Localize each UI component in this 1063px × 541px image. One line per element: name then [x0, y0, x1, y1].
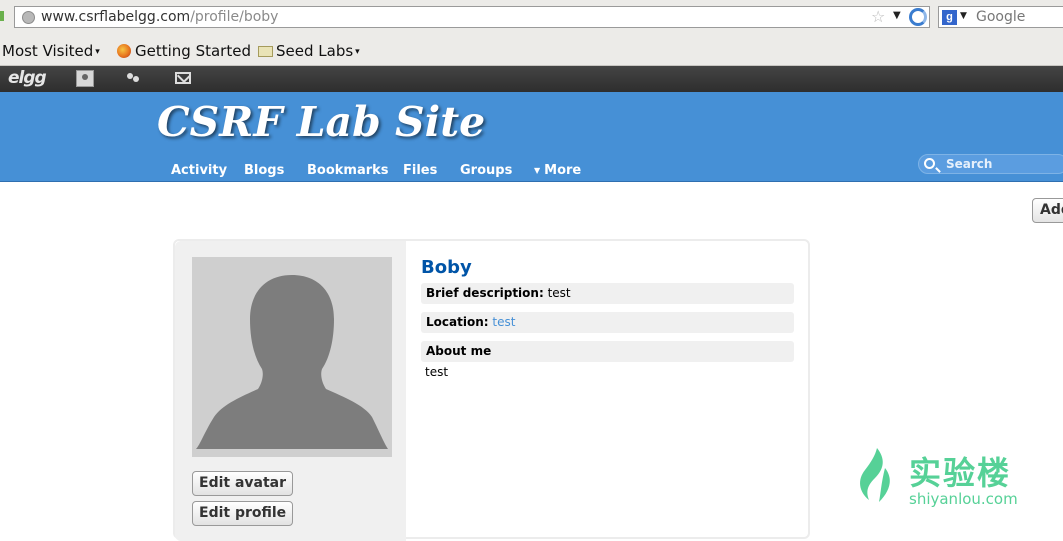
search-engine-icon[interactable]: g	[942, 10, 957, 25]
url-history-dropdown-icon[interactable]: ▼	[893, 10, 901, 21]
location-row: Location: test	[421, 312, 794, 333]
site-title[interactable]: CSRF Lab Site	[157, 98, 485, 146]
bookmark-most-visited[interactable]: Most Visited ▾	[2, 42, 100, 60]
about-me-heading: About me	[421, 341, 794, 362]
globe-icon	[22, 11, 35, 24]
location-link[interactable]: test	[492, 315, 515, 329]
bookmarks-toolbar: Most Visited ▾ Getting Started Seed Labs ▾	[0, 34, 1063, 66]
bookmark-label: Most Visited	[2, 42, 94, 60]
shiyanlou-logo-icon	[860, 448, 890, 502]
friends-icon[interactable]	[125, 70, 143, 87]
field-label: Location:	[426, 315, 489, 329]
profile-sidebar: Edit avatar Edit profile	[175, 241, 406, 541]
reload-icon[interactable]	[909, 8, 927, 26]
bookmark-star-icon[interactable]: ☆	[871, 7, 885, 26]
default-avatar-silhouette-icon	[196, 275, 388, 449]
nav-groups[interactable]: Groups	[460, 163, 512, 178]
profile-name[interactable]: Boby	[421, 257, 472, 278]
browser-search-placeholder: Google	[976, 9, 1026, 25]
browser-toolbar: www.csrflabelgg.com/profile/boby ☆ ▼ g ▼…	[0, 0, 1063, 34]
elgg-logo[interactable]: elgg	[8, 68, 47, 88]
bookmark-label: Getting Started	[135, 42, 251, 60]
site-search-input[interactable]: Search	[918, 154, 1063, 174]
brief-description-row: Brief description: test	[421, 283, 794, 304]
nav-files[interactable]: Files	[403, 163, 437, 178]
field-label: About me	[426, 344, 492, 358]
avatar[interactable]	[192, 257, 392, 457]
field-label: Brief description:	[426, 286, 544, 300]
url-host: www.csrflabelgg.com	[41, 9, 191, 25]
firefox-icon	[117, 44, 131, 58]
search-engine-dropdown-icon[interactable]: ▼	[960, 11, 967, 21]
nav-more[interactable]: ▼ More	[534, 163, 581, 178]
bookmark-label: Seed Labs	[276, 42, 354, 60]
elgg-topbar: elgg	[0, 66, 1063, 92]
watermark-cn: 实验楼	[909, 454, 1012, 492]
browser-search-field[interactable]: g ▼ Google	[938, 6, 1063, 28]
bookmark-seed-labs[interactable]: Seed Labs ▾	[258, 42, 360, 60]
field-value: test	[547, 286, 571, 300]
site-header: CSRF Lab Site Activity Blogs Bookmarks F…	[0, 92, 1063, 182]
nav-activity[interactable]: Activity	[171, 163, 227, 178]
nav-blogs[interactable]: Blogs	[244, 163, 284, 178]
edit-avatar-button[interactable]: Edit avatar	[192, 471, 294, 496]
chevron-down-icon: ▼	[534, 166, 541, 175]
profile-card: Edit avatar Edit profile Boby Brief desc…	[173, 239, 810, 541]
url-path: /profile/boby	[190, 9, 279, 25]
profile-icon[interactable]	[76, 70, 94, 87]
window-edge-marker	[0, 11, 4, 21]
edit-profile-button[interactable]: Edit profile	[192, 501, 294, 526]
nav-bookmarks[interactable]: Bookmarks	[307, 163, 389, 178]
add-button[interactable]: Add	[1032, 198, 1063, 223]
watermark-en: shiyanlou.com	[909, 490, 1018, 508]
messages-icon[interactable]	[175, 72, 191, 84]
search-icon	[924, 158, 935, 169]
shiyanlou-watermark: 实验楼 shiyanlou.com	[853, 442, 1063, 512]
url-text[interactable]: www.csrflabelgg.com/profile/boby	[41, 9, 278, 25]
nav-more-label: More	[544, 163, 582, 178]
folder-icon	[258, 46, 273, 57]
site-search-placeholder: Search	[946, 157, 993, 171]
url-bar[interactable]: www.csrflabelgg.com/profile/boby ☆ ▼	[14, 6, 930, 28]
chevron-down-icon: ▾	[355, 47, 360, 57]
about-me-text: test	[425, 365, 449, 379]
bookmark-getting-started[interactable]: Getting Started	[117, 42, 251, 60]
chevron-down-icon: ▾	[95, 47, 100, 57]
